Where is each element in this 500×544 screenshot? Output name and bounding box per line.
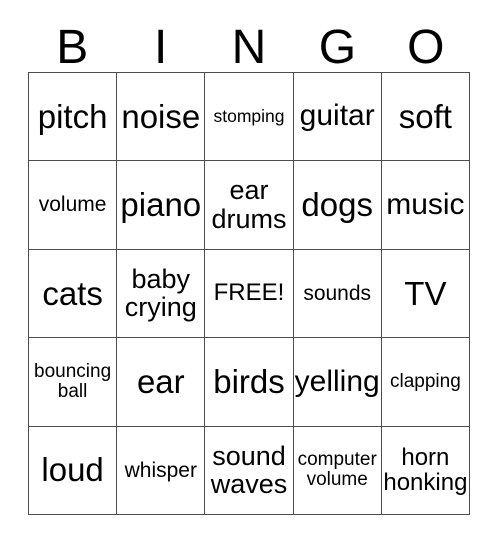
bingo-cell-label: FREE! — [213, 279, 285, 307]
bingo-cell-label: pitch — [37, 97, 108, 135]
bingo-cell-i1[interactable]: noise — [117, 73, 206, 162]
bingo-cell-label: piano — [120, 186, 202, 224]
bingo-cell-b2[interactable]: volume — [29, 161, 118, 250]
bingo-cell-n4[interactable]: birds — [205, 338, 294, 427]
bingo-cell-label: horn honking — [383, 443, 468, 497]
bingo-cell-label: whisper — [124, 458, 197, 482]
bingo-cell-label: noise — [121, 97, 201, 135]
bingo-cell-label: loud — [41, 451, 104, 489]
bingo-cell-g2[interactable]: dogs — [293, 161, 382, 250]
bingo-cell-i4[interactable]: ear — [117, 338, 206, 427]
bingo-cell-label: music — [386, 187, 465, 221]
bingo-cell-i5[interactable]: whisper — [117, 426, 206, 515]
bingo-cell-o1[interactable]: soft — [381, 73, 470, 162]
bingo-cell-b1[interactable]: pitch — [29, 73, 118, 162]
bingo-cell-label: stomping — [213, 105, 285, 126]
bingo-cell-g4[interactable]: yelling — [293, 338, 382, 427]
bingo-cell-label: cats — [42, 274, 103, 312]
bingo-cell-o5[interactable]: horn honking — [381, 426, 470, 515]
bingo-cell-i2[interactable]: piano — [117, 161, 206, 250]
bingo-cell-label: TV — [404, 274, 447, 312]
bingo-cell-o2[interactable]: music — [381, 161, 470, 250]
bingo-cell-label: computer volume — [297, 449, 377, 491]
bingo-cell-label: bouncing ball — [34, 360, 112, 402]
bingo-cell-o3[interactable]: TV — [381, 249, 470, 339]
bingo-cell-n2[interactable]: ear drums — [205, 161, 294, 250]
bingo-cell-label: ear — [136, 363, 185, 401]
bingo-header-letter-b: B — [56, 21, 89, 74]
bingo-cell-label: yelling — [294, 364, 380, 398]
bingo-cell-g5[interactable]: computer volume — [293, 426, 382, 515]
bingo-header-letter-o: O — [407, 21, 445, 74]
bingo-cell-label: dogs — [301, 186, 373, 224]
bingo-cell-n1[interactable]: stomping — [205, 73, 294, 162]
bingo-cell-label: birds — [213, 363, 285, 401]
bingo-header-letter-i: I — [153, 21, 168, 74]
bingo-header-letter-n: N — [231, 21, 267, 74]
bingo-cell-label: guitar — [299, 99, 375, 133]
bingo-header-letter-g: G — [318, 21, 357, 74]
bingo-grid: pitch noise stomping guitar soft volume … — [28, 72, 470, 515]
bingo-cell-label: baby crying — [124, 263, 197, 323]
bingo-card: B I N G O pitch noise stomping guitar so… — [0, 0, 500, 544]
bingo-cell-i3[interactable]: baby crying — [117, 249, 206, 339]
bingo-cell-n5[interactable]: sound waves — [205, 426, 294, 515]
bingo-cell-label: volume — [38, 193, 107, 217]
bingo-cell-b4[interactable]: bouncing ball — [29, 338, 118, 427]
bingo-cell-o4[interactable]: clapping — [381, 338, 470, 427]
bingo-cell-label: soft — [398, 97, 452, 135]
bingo-cell-label: sound waves — [210, 440, 288, 500]
bingo-cell-label: sounds — [303, 281, 372, 305]
bingo-header-row: B I N G O — [28, 18, 470, 72]
bingo-cell-g3[interactable]: sounds — [293, 249, 382, 339]
bingo-cell-b5[interactable]: loud — [29, 426, 118, 515]
bingo-cell-label: clapping — [390, 371, 461, 393]
bingo-cell-free-space[interactable]: FREE! — [205, 249, 294, 339]
bingo-cell-g1[interactable]: guitar — [293, 73, 382, 162]
bingo-cell-label: ear drums — [211, 175, 287, 235]
bingo-cell-b3[interactable]: cats — [29, 249, 118, 339]
